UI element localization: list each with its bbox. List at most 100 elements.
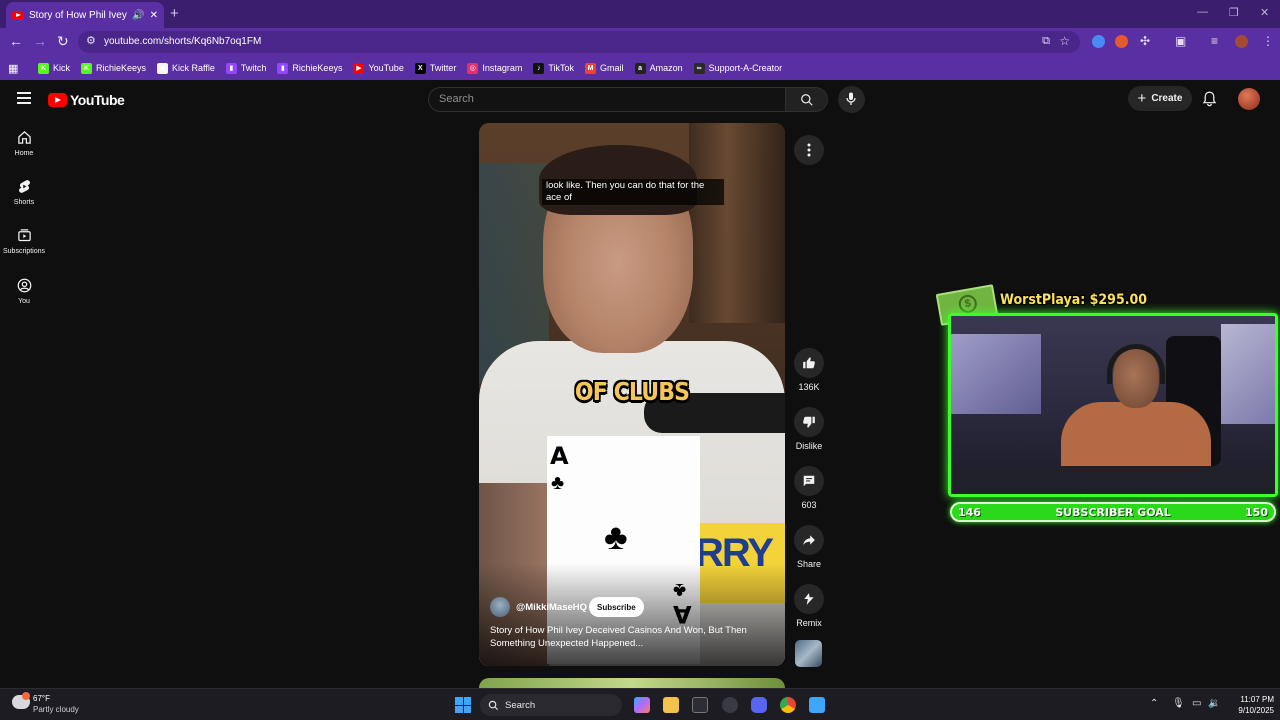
share-button[interactable]: Share	[788, 525, 830, 569]
back-arrow-icon[interactable]: ←	[9, 33, 23, 49]
bookmark-item[interactable]: ◆ Kick Raffle	[157, 62, 215, 74]
speaker-icon[interactable]: 🔊	[132, 10, 144, 21]
taskbar-search-label: Search	[505, 699, 536, 711]
voice-search-button[interactable]	[838, 86, 865, 113]
maximize-button[interactable]: ❐	[1229, 6, 1239, 19]
bookmark-item[interactable]: ▮ RichieKeeys	[277, 62, 343, 74]
media-controls-icon[interactable]: ≡	[1211, 34, 1218, 48]
minimize-button[interactable]: —	[1197, 6, 1208, 18]
profile-avatar-icon[interactable]	[1235, 35, 1248, 48]
bookmark-item[interactable]: M Gmail	[585, 62, 624, 74]
close-window-button[interactable]: ✕	[1260, 6, 1269, 19]
bookmark-item[interactable]: ♪ TikTok	[533, 62, 574, 74]
remix-label: Remix	[796, 618, 822, 628]
address-bar[interactable]: ⚙ youtube.com/shorts/Kq6Nb7oq1FM ⧉ ☆	[78, 31, 1080, 53]
weather-temperature[interactable]: 67°F	[33, 694, 50, 703]
search-input[interactable]	[439, 93, 769, 105]
tab-close-icon[interactable]: ✕	[150, 10, 158, 21]
youtube-logo[interactable]: YouTube	[48, 92, 125, 108]
file-explorer-icon[interactable]	[663, 697, 679, 713]
search-icon	[801, 94, 813, 106]
search-box[interactable]	[428, 87, 786, 112]
kebab-menu-icon[interactable]: ⋮	[1262, 34, 1274, 48]
weather-condition[interactable]: Partly cloudy	[33, 705, 79, 714]
account-avatar[interactable]	[1238, 88, 1260, 110]
forward-arrow-icon[interactable]: →	[33, 33, 47, 49]
like-count: 136K	[798, 382, 820, 392]
bookmark-favicon-icon: ▶	[353, 62, 365, 74]
tray-mic-icon[interactable]: 🎙	[1172, 698, 1185, 709]
subscribe-button[interactable]: Subscribe	[589, 597, 644, 617]
like-button[interactable]: 136K	[788, 348, 830, 392]
bookmark-label: Instagram	[482, 63, 523, 73]
remix-button[interactable]: Remix	[788, 584, 830, 628]
obs-icon[interactable]	[722, 697, 738, 713]
notifications-bell-icon[interactable]	[1202, 91, 1217, 112]
comments-icon	[803, 475, 815, 487]
create-button[interactable]: + Create	[1128, 86, 1192, 111]
sidebar-item-shorts[interactable]: Shorts	[0, 179, 48, 206]
extension-fox-icon[interactable]	[1115, 35, 1128, 48]
snipping-tool-icon[interactable]	[692, 697, 708, 713]
create-label: Create	[1151, 93, 1183, 104]
bookmark-item[interactable]: ◎ Instagram	[467, 62, 523, 74]
card-rank: A	[550, 442, 569, 470]
sidebar-label: You	[18, 298, 30, 305]
new-tab-button[interactable]: +	[170, 5, 179, 22]
extension-icon[interactable]	[1092, 35, 1105, 48]
bookmark-label: YouTube	[368, 63, 404, 73]
bookmark-label: RichieKeeys	[292, 63, 343, 73]
channel-avatar[interactable]	[490, 597, 510, 617]
copilot-icon[interactable]	[634, 697, 650, 713]
comment-count: 603	[801, 500, 817, 510]
discord-icon[interactable]	[751, 697, 767, 713]
reload-icon[interactable]: ↻	[57, 33, 69, 50]
subscriptions-icon	[17, 229, 31, 242]
chrome-icon[interactable]	[780, 697, 796, 713]
browser-tab-active[interactable]: Story of How Phil Ivey Dece 🔊 ✕	[6, 2, 164, 28]
clock-date: 9/10/2025	[1238, 706, 1274, 715]
more-vert-icon	[807, 143, 811, 157]
bookmark-item[interactable]: X Twitter	[414, 62, 456, 74]
tray-chevron-icon[interactable]: ⌃	[1150, 698, 1158, 709]
bookmark-item[interactable]: K Kick	[38, 62, 70, 74]
clock-time: 11:07 PM	[1240, 695, 1274, 704]
bookmark-star-icon[interactable]: ☆	[1059, 34, 1070, 48]
bookmark-label: Kick Raffle	[172, 63, 215, 73]
bookmark-label: Support-A-Creator	[708, 63, 783, 73]
sidebar-item-you[interactable]: You	[0, 278, 48, 305]
bookmark-item[interactable]: ∞ Support-A-Creator	[693, 62, 783, 74]
bookmark-favicon-icon: K	[81, 62, 93, 74]
channel-name[interactable]: @MikkiMaseHQ	[516, 602, 587, 613]
app-icon[interactable]	[809, 697, 825, 713]
url-text[interactable]: youtube.com/shorts/Kq6Nb7oq1FM	[104, 36, 261, 47]
comments-button[interactable]: 603	[788, 466, 830, 510]
install-app-icon[interactable]: ⧉	[1042, 35, 1050, 48]
bookmark-item[interactable]: a Amazon	[634, 62, 683, 74]
tray-network-icon[interactable]: ▭	[1192, 698, 1201, 709]
bookmark-item[interactable]: ▮ Twitch	[225, 62, 267, 74]
apps-grid-icon[interactable]: ▦	[8, 62, 20, 75]
bookmark-label: Twitch	[240, 63, 267, 73]
side-panel-icon[interactable]: ▣	[1175, 34, 1186, 48]
bookmark-item[interactable]: ▶ YouTube	[353, 62, 404, 74]
more-options-button[interactable]	[794, 135, 824, 165]
bookmark-item[interactable]: K RichieKeeys	[81, 62, 146, 74]
tray-volume-icon[interactable]: 🔉	[1208, 698, 1220, 709]
extensions-puzzle-icon[interactable]: ✣	[1140, 34, 1150, 48]
windows-start-icon[interactable]	[455, 697, 471, 713]
hamburger-menu-icon[interactable]	[17, 92, 31, 107]
sound-thumbnail[interactable]	[795, 640, 822, 667]
short-video-player[interactable]: RRY look like. Then you can do that for …	[479, 123, 785, 666]
short-title[interactable]: Story of How Phil Ivey Deceived Casinos …	[490, 624, 784, 650]
dislike-button[interactable]: Dislike	[788, 407, 830, 451]
bookmark-favicon-icon: ◎	[467, 62, 479, 74]
taskbar-search[interactable]: Search	[480, 694, 622, 716]
sidebar-item-home[interactable]: Home	[0, 130, 48, 157]
taskbar-clock[interactable]: 11:07 PM 9/10/2025	[1226, 694, 1274, 716]
like-icon	[803, 357, 815, 369]
search-button[interactable]	[786, 87, 828, 112]
sidebar-item-subscriptions[interactable]: Subscriptions	[0, 228, 48, 255]
site-info-icon[interactable]: ⚙	[86, 34, 96, 47]
weather-cloud-icon[interactable]	[12, 692, 30, 709]
